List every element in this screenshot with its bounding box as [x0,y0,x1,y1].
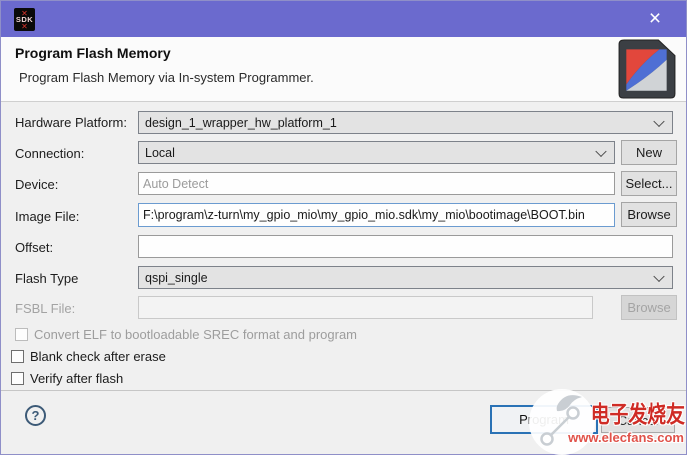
device-input [138,172,615,195]
watermark-site-url: www.elecfans.com [568,430,684,445]
help-button[interactable]: ? [25,405,46,426]
question-icon: ? [32,408,40,423]
hardware-platform-label: Hardware Platform: [15,115,127,130]
fsbl-file-input [138,296,593,319]
dialog-header: Program Flash Memory Program Flash Memor… [1,37,686,102]
select-device-button[interactable]: Select... [621,171,677,196]
titlebar: ✕ SDK ✕ × [1,1,686,37]
chevron-down-icon [595,145,606,156]
checkbox-convert-elf [15,328,28,341]
image-file-label: Image File: [15,209,79,224]
new-connection-button[interactable]: New [621,140,677,165]
sdk-app-icon: ✕ SDK ✕ [14,8,35,31]
connection-value: Local [145,146,175,160]
chevron-down-icon [653,115,664,126]
hardware-platform-value: design_1_wrapper_hw_platform_1 [145,116,337,130]
page-subtitle: Program Flash Memory via In-system Progr… [19,70,314,85]
watermark-logo [528,388,596,456]
checkbox-blank-check[interactable] [11,350,24,363]
device-label: Device: [15,177,58,192]
flash-type-label: Flash Type [15,271,78,286]
connection-label: Connection: [15,146,84,161]
page-title: Program Flash Memory [15,45,171,61]
program-flash-dialog: ✕ SDK ✕ × Program Flash Memory Program F… [0,0,687,455]
checkbox-convert-elf-label: Convert ELF to bootloadable SREC format … [34,327,357,342]
chevron-down-icon [653,270,664,281]
image-file-input[interactable] [138,203,615,227]
offset-label: Offset: [15,240,53,255]
offset-input[interactable] [138,235,673,258]
flash-card-icon [618,39,676,104]
browse-image-file-button[interactable]: Browse [621,202,677,227]
watermark-site-name: 电子发烧友 [591,395,685,429]
checkbox-verify-after-flash-label: Verify after flash [30,371,123,386]
connection-select[interactable]: Local [138,141,615,164]
flash-type-select[interactable]: qspi_single [138,266,673,289]
fsbl-file-label: FSBL File: [15,301,75,316]
checkbox-blank-check-label: Blank check after erase [30,349,166,364]
browse-fsbl-button: Browse [621,295,677,320]
hardware-platform-select[interactable]: design_1_wrapper_hw_platform_1 [138,111,673,134]
close-icon[interactable]: × [632,1,678,37]
checkbox-verify-after-flash[interactable] [11,372,24,385]
flash-type-value: qspi_single [145,271,208,285]
xilinx-x-icon: ✕ [21,24,28,29]
